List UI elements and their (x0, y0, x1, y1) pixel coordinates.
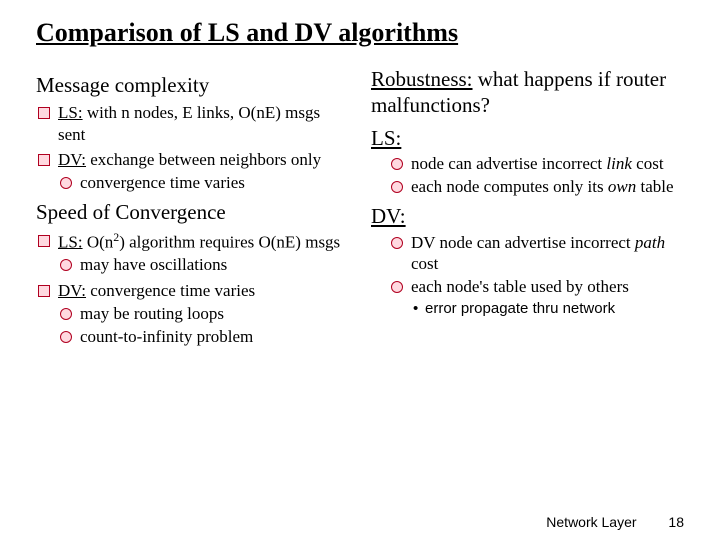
ls-robust-list: node can advertise incorrect link cost e… (371, 153, 684, 198)
ls-heading: LS: (371, 125, 684, 151)
robustness-label: Robustness: (371, 67, 473, 91)
list-item: count-to-infinity problem (58, 326, 349, 347)
content-columns: Message complexity LS: with n nodes, E l… (36, 66, 684, 353)
list-item: DV: exchange between neighbors only conv… (36, 149, 349, 194)
list-item: LS: with n nodes, E links, O(nE) msgs se… (36, 102, 349, 145)
dv-label: DV: (58, 281, 86, 300)
dv-robust-list: DV node can advertise incorrect path cos… (371, 232, 684, 320)
text: ) algorithm requires O(nE) msgs (119, 232, 340, 251)
list-item: each node computes only its own table (389, 176, 684, 197)
list-item: may be routing loops (58, 303, 349, 324)
speed-list: LS: O(n2) algorithm requires O(nE) msgs … (36, 230, 349, 348)
section-speed-convergence: Speed of Convergence (36, 199, 349, 225)
text: cost (411, 254, 438, 273)
sublist: may have oscillations (58, 254, 349, 275)
left-column: Message complexity LS: with n nodes, E l… (36, 66, 349, 353)
text: cost (632, 154, 664, 173)
section-message-complexity: Message complexity (36, 72, 349, 98)
slide-title: Comparison of LS and DV algorithms (36, 18, 684, 48)
ls-label: LS: (58, 232, 83, 251)
text: with n nodes, E links, O(nE) msgs sent (58, 103, 320, 143)
ls-label: LS: (58, 103, 83, 122)
dv-label: DV: (58, 150, 86, 169)
text: table (636, 177, 673, 196)
list-item: LS: O(n2) algorithm requires O(nE) msgs … (36, 230, 349, 276)
list-item: may have oscillations (58, 254, 349, 275)
dv-heading: DV: (371, 203, 684, 229)
text: DV node can advertise incorrect (411, 233, 635, 252)
slide-footer: Network Layer 18 (546, 514, 684, 530)
list-item: DV node can advertise incorrect path cos… (389, 232, 684, 275)
text: exchange between neighbors only (86, 150, 321, 169)
emph-link: link (606, 154, 632, 173)
msg-complexity-list: LS: with n nodes, E links, O(nE) msgs se… (36, 102, 349, 193)
footer-label: Network Layer (546, 514, 636, 530)
sublist: error propagate thru network (411, 300, 684, 319)
sublist: may be routing loops count-to-infinity p… (58, 303, 349, 348)
text: each node computes only its (411, 177, 608, 196)
text: convergence time varies (86, 281, 255, 300)
right-column: Robustness: what happens if router malfu… (371, 66, 684, 353)
emph-own: own (608, 177, 636, 196)
list-item: node can advertise incorrect link cost (389, 153, 684, 174)
list-item: convergence time varies (58, 172, 349, 193)
text: each node's table used by others (411, 277, 629, 296)
sublist: convergence time varies (58, 172, 349, 193)
list-item: each node's table used by others error p… (389, 276, 684, 319)
list-item: DV: convergence time varies may be routi… (36, 280, 349, 348)
text: node can advertise incorrect (411, 154, 606, 173)
list-item: error propagate thru network (411, 300, 684, 319)
emph-path: path (635, 233, 665, 252)
section-robustness: Robustness: what happens if router malfu… (371, 66, 684, 119)
text: O(n (83, 232, 114, 251)
page-number: 18 (656, 514, 684, 530)
